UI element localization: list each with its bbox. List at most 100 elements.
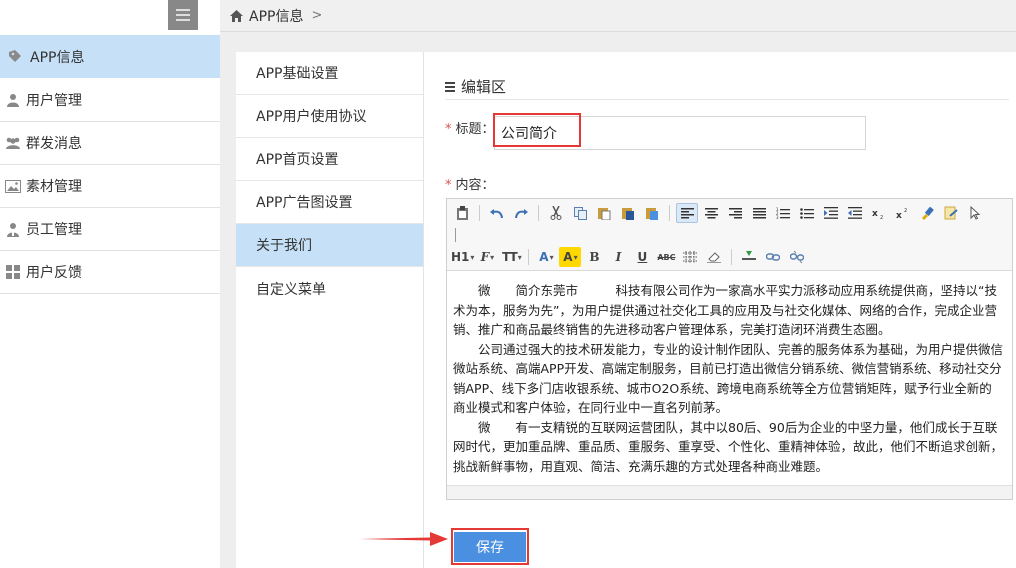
- bold-button[interactable]: B: [583, 247, 605, 267]
- content-label-text: 内容：: [455, 178, 495, 193]
- unordered-list-icon[interactable]: [796, 203, 818, 223]
- strikethrough-button[interactable]: ABC: [655, 247, 677, 267]
- link-icon[interactable]: [762, 247, 784, 267]
- subnav-item-home-settings[interactable]: APP首页设置: [236, 138, 423, 181]
- content-paragraph: 公司通过强大的技术研发能力，专业的设计制作团队、完善的服务体系为基础，为用户提供…: [453, 341, 1004, 416]
- toolbar-row-2: H1 F TT A A B I U ABC: [451, 246, 1008, 268]
- toolbar-divider: [479, 205, 480, 221]
- font-family-dropdown[interactable]: F: [476, 247, 498, 267]
- sidebar-item-user-management[interactable]: 用户管理: [0, 79, 220, 122]
- title-label-text: 标题：: [455, 122, 495, 137]
- paste-html-icon[interactable]: [641, 203, 663, 223]
- edit-panel: 编辑区 *标题： *内容：: [425, 52, 1016, 568]
- sidebar-item-feedback[interactable]: 用户反馈: [0, 251, 220, 294]
- font-color-dropdown[interactable]: A: [535, 247, 557, 267]
- toolbar-divider: [455, 228, 456, 242]
- subscript-icon[interactable]: x2: [868, 203, 890, 223]
- subnav-item-about-us[interactable]: 关于我们: [236, 224, 423, 267]
- align-right-icon[interactable]: [724, 203, 746, 223]
- subnav-item-label: APP广告图设置: [256, 195, 353, 211]
- settings-subnav: APP基础设置 APP用户使用协议 APP首页设置 APP广告图设置 关于我们 …: [236, 52, 424, 568]
- font-size-dropdown[interactable]: TT: [500, 247, 522, 267]
- content-paragraph: 微 有一支精锐的互联网运营团队，其中以80后、90后为企业的中坚力量，他们成长于…: [453, 419, 1004, 474]
- toolbar-row-1-wrap: [451, 224, 1008, 246]
- toolbar-divider: [538, 205, 539, 221]
- staff-icon: [0, 222, 26, 237]
- copy-icon[interactable]: [569, 203, 591, 223]
- underline-button[interactable]: U: [631, 247, 653, 267]
- title-input[interactable]: [494, 116, 866, 150]
- sidebar-item-material[interactable]: 素材管理: [0, 165, 220, 208]
- eraser-icon[interactable]: [703, 247, 725, 267]
- sidebar-item-label: 用户管理: [26, 93, 82, 109]
- users-icon: [0, 136, 26, 150]
- sidebar-item-staff[interactable]: 员工管理: [0, 208, 220, 251]
- tag-icon: [0, 49, 30, 65]
- sidebar-item-app-info[interactable]: APP信息: [0, 35, 220, 78]
- image-icon: [0, 179, 26, 193]
- title-label: * 标题：: [445, 118, 495, 137]
- menu-toggle-button[interactable]: [168, 0, 198, 30]
- sidebar-item-label: APP信息: [30, 49, 85, 66]
- editor-statusbar: [447, 485, 1012, 499]
- ordered-list-icon[interactable]: 123: [772, 203, 794, 223]
- format-brush-icon[interactable]: [916, 203, 938, 223]
- select-all-icon[interactable]: [964, 203, 986, 223]
- italic-button[interactable]: I: [607, 247, 629, 267]
- breadcrumb: APP信息 >: [220, 0, 1016, 32]
- editor-toolbar: 123 x2 x2 H1 F TT: [447, 199, 1012, 271]
- align-center-icon[interactable]: [700, 203, 722, 223]
- clear-format-icon[interactable]: [940, 203, 962, 223]
- sidebar-item-label: 素材管理: [26, 179, 82, 195]
- sidebar-item-label: 员工管理: [26, 222, 82, 238]
- list-icon: [445, 81, 455, 92]
- content-paragraph: 微 简介东莞市 科技有限公司作为一家高水平实力派移动应用系统提供商，坚持以“技术…: [453, 283, 997, 337]
- toolbar-divider: [731, 249, 733, 265]
- subnav-item-ad-settings[interactable]: APP广告图设置: [236, 181, 423, 224]
- grid-icon: [0, 265, 26, 279]
- highlight-color-dropdown[interactable]: A: [559, 247, 582, 267]
- home-icon[interactable]: [230, 9, 243, 22]
- paste-icon[interactable]: [451, 203, 473, 223]
- user-icon: [0, 93, 26, 107]
- align-left-icon[interactable]: [676, 203, 698, 223]
- align-justify-icon[interactable]: [748, 203, 770, 223]
- rich-text-editor: 123 x2 x2 H1 F TT: [446, 198, 1013, 500]
- cut-icon[interactable]: [545, 203, 567, 223]
- subnav-item-user-agreement[interactable]: APP用户使用协议: [236, 95, 423, 138]
- required-mark: *: [445, 122, 452, 137]
- svg-text:x: x: [872, 209, 878, 219]
- paste-text-icon[interactable]: [593, 203, 615, 223]
- svg-text:x: x: [896, 211, 902, 219]
- heading-dropdown[interactable]: H1: [451, 247, 474, 267]
- subnav-item-custom-menu[interactable]: 自定义菜单: [236, 267, 423, 310]
- toolbar-row-1: 123 x2 x2: [451, 202, 1008, 224]
- subnav-item-label: 关于我们: [256, 238, 312, 254]
- superscript-icon[interactable]: x2: [892, 203, 914, 223]
- sidebar-item-mass-message[interactable]: 群发消息: [0, 122, 220, 165]
- unlink-icon[interactable]: [786, 247, 808, 267]
- paste-word-icon[interactable]: [617, 203, 639, 223]
- svg-text:3: 3: [776, 215, 779, 219]
- outdent-icon[interactable]: [844, 203, 866, 223]
- table-icon[interactable]: [679, 247, 701, 267]
- svg-text:2: 2: [904, 208, 907, 214]
- section-title: 编辑区: [445, 74, 1009, 100]
- save-button[interactable]: 保存: [454, 532, 526, 562]
- subnav-item-basic-settings[interactable]: APP基础设置: [236, 52, 423, 95]
- sidebar-item-label: 用户反馈: [26, 265, 82, 281]
- toolbar-divider: [669, 205, 670, 221]
- undo-icon[interactable]: [486, 203, 508, 223]
- redo-icon[interactable]: [510, 203, 532, 223]
- required-mark: *: [445, 178, 452, 193]
- svg-text:2: 2: [880, 215, 883, 219]
- content-label: * 内容：: [445, 174, 495, 193]
- editor-content[interactable]: 微 简介东莞市 科技有限公司作为一家高水平实力派移动应用系统提供商，坚持以“技术…: [447, 271, 1012, 499]
- indent-icon[interactable]: [820, 203, 842, 223]
- toolbar-divider: [528, 249, 530, 265]
- insert-horizontal-rule-icon[interactable]: [738, 247, 760, 267]
- section-title-text: 编辑区: [461, 78, 507, 96]
- subnav-item-label: 自定义菜单: [256, 281, 326, 298]
- subnav-item-label: APP首页设置: [256, 152, 339, 168]
- breadcrumb-current[interactable]: APP信息: [249, 6, 303, 26]
